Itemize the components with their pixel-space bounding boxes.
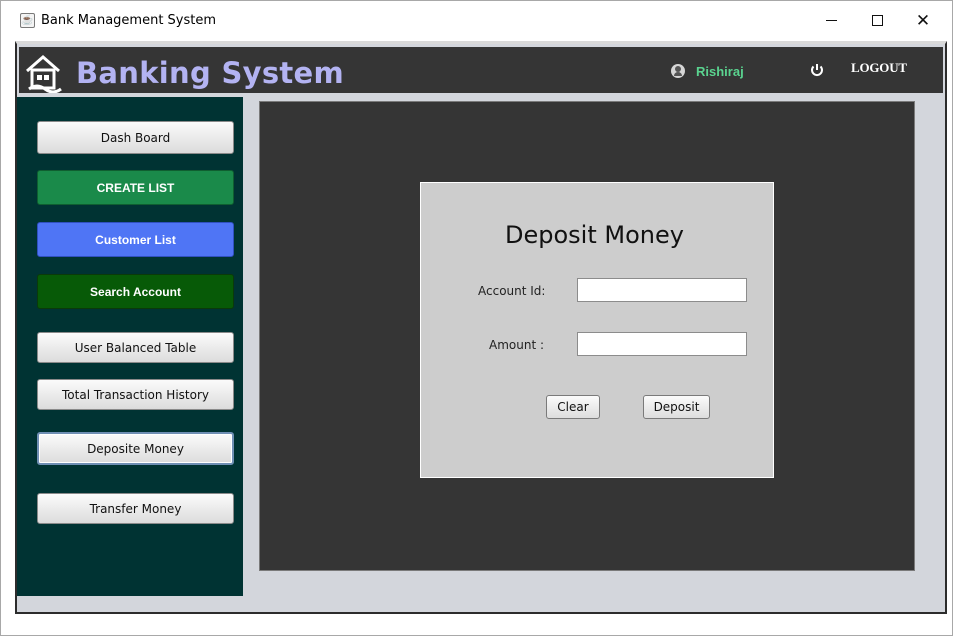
- amount-label: Amount :: [489, 338, 545, 352]
- java-cup-icon: ☕: [20, 13, 35, 28]
- sidebar-item-user-balanced-table[interactable]: User Balanced Table: [37, 332, 234, 363]
- sidebar-item-search-account[interactable]: Search Account: [37, 274, 234, 309]
- logout-button[interactable]: LOGOUT: [851, 60, 907, 76]
- app-brand-title: Banking System: [76, 56, 345, 90]
- bank-house-icon: [26, 55, 62, 93]
- clear-button[interactable]: Clear: [546, 395, 600, 419]
- account-id-input[interactable]: [577, 278, 747, 302]
- deposit-form-card: Deposit Money Account Id: Amount : Clear…: [420, 182, 774, 478]
- app-header: Banking System Rishiraj LOGOUT: [19, 47, 943, 93]
- close-button[interactable]: ✕: [903, 7, 943, 33]
- amount-input[interactable]: [577, 332, 747, 356]
- title-bar[interactable]: ☕ Bank Management System ✕: [1, 1, 952, 39]
- minimize-icon: [825, 19, 837, 21]
- maximize-icon: [871, 14, 883, 26]
- close-icon: ✕: [915, 10, 931, 30]
- power-icon[interactable]: [809, 62, 825, 78]
- maximize-button[interactable]: [857, 7, 897, 33]
- app-window: ☕ Bank Management System ✕ Banking Syste…: [0, 0, 953, 636]
- sidebar-item-deposit-money[interactable]: Deposite Money: [37, 432, 234, 465]
- minimize-button[interactable]: [811, 7, 851, 33]
- sidebar-item-create-list[interactable]: CREATE LIST: [37, 170, 234, 205]
- content-panel: Deposit Money Account Id: Amount : Clear…: [259, 101, 915, 571]
- account-id-label: Account Id:: [478, 284, 546, 298]
- user-icon: [671, 64, 685, 78]
- window-title: Bank Management System: [41, 13, 217, 28]
- sidebar-item-transaction-history[interactable]: Total Transaction History: [37, 379, 234, 410]
- sidebar-item-transfer-money[interactable]: Transfer Money: [37, 493, 234, 524]
- form-title: Deposit Money: [505, 221, 684, 249]
- username-label: Rishiraj: [696, 64, 744, 79]
- sidebar-item-dashboard[interactable]: Dash Board: [37, 121, 234, 154]
- main-frame: Banking System Rishiraj LOGOUT Dash Boar…: [15, 41, 947, 614]
- sidebar: Dash Board CREATE LIST Customer List Sea…: [17, 97, 243, 596]
- sidebar-item-customer-list[interactable]: Customer List: [37, 222, 234, 257]
- deposit-button[interactable]: Deposit: [643, 395, 710, 419]
